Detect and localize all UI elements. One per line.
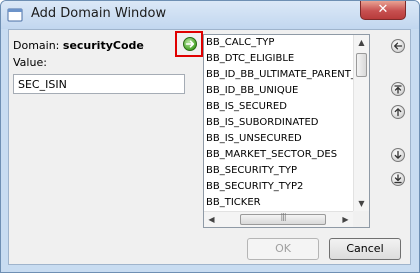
remove-value-button[interactable] bbox=[391, 39, 405, 53]
scroll-up-icon: ▲ bbox=[358, 38, 365, 47]
move-down-button[interactable] bbox=[391, 148, 405, 162]
vertical-scroll-thumb[interactable] bbox=[356, 53, 367, 77]
move-bottom-button[interactable] bbox=[391, 172, 405, 186]
grip-icon: ||| bbox=[280, 212, 286, 221]
arrow-right-icon bbox=[185, 40, 195, 48]
scroll-right-button[interactable]: ▶ bbox=[338, 212, 353, 227]
vertical-scrollbar[interactable]: ▲ ▼ bbox=[353, 35, 369, 212]
double-up-arrow-icon bbox=[394, 85, 402, 94]
scrollbar-corner bbox=[353, 211, 369, 227]
list-item[interactable]: BB_CALC_TYP bbox=[204, 35, 354, 51]
list-item[interactable]: BB_SECURITY_TYP bbox=[204, 163, 354, 179]
scroll-down-button[interactable]: ▼ bbox=[354, 196, 369, 212]
list-item[interactable]: BB_IS_SUBORDINATED bbox=[204, 115, 354, 131]
horizontal-scroll-thumb[interactable]: ||| bbox=[240, 212, 326, 225]
list-item[interactable]: BB_MARKET_SECTOR_DES bbox=[204, 147, 354, 163]
list-item[interactable]: BB_IS_SECURED bbox=[204, 99, 354, 115]
scroll-down-icon: ▼ bbox=[358, 199, 365, 208]
add-value-button[interactable] bbox=[183, 37, 197, 51]
scroll-left-button[interactable]: ◀ bbox=[204, 212, 219, 227]
list-item[interactable]: BB_SECURITY_TYP2 bbox=[204, 179, 354, 195]
horizontal-scrollbar[interactable]: ◀ ||| ▶ bbox=[204, 211, 354, 227]
scroll-right-icon: ▶ bbox=[342, 215, 349, 224]
double-down-arrow-icon bbox=[394, 174, 402, 184]
title-bar[interactable]: Add Domain Window ✕ bbox=[1, 1, 419, 29]
domain-line: Domain: securityCode bbox=[13, 39, 144, 52]
window-title: Add Domain Window bbox=[31, 6, 167, 21]
app-icon bbox=[7, 8, 23, 22]
close-button[interactable]: ✕ bbox=[360, 1, 406, 20]
close-icon: ✕ bbox=[377, 2, 389, 17]
domain-label: Domain: bbox=[13, 39, 60, 52]
ok-button[interactable]: OK bbox=[247, 238, 319, 260]
values-list[interactable]: BB_CALC_TYP BB_DTC_ELIGIBLE BB_ID_BB_ULT… bbox=[203, 34, 370, 228]
cancel-button[interactable]: Cancel bbox=[329, 238, 401, 260]
down-arrow-icon bbox=[394, 150, 402, 159]
arrow-left-icon bbox=[394, 42, 403, 50]
list-item[interactable]: BB_TICKER bbox=[204, 195, 354, 211]
move-top-button[interactable] bbox=[391, 82, 405, 96]
value-input[interactable]: SEC_ISIN bbox=[13, 74, 185, 94]
add-button-highlight bbox=[175, 31, 203, 57]
scroll-left-icon: ◀ bbox=[208, 215, 215, 224]
list-item[interactable]: BB_ID_BB_ULTIMATE_PARENT_CO bbox=[204, 67, 354, 83]
add-domain-window: Add Domain Window ✕ Domain: securityCode… bbox=[0, 0, 420, 273]
list-item[interactable]: BB_ID_BB_UNIQUE bbox=[204, 83, 354, 99]
move-up-button[interactable] bbox=[391, 105, 405, 119]
up-arrow-icon bbox=[394, 108, 402, 117]
scroll-up-button[interactable]: ▲ bbox=[354, 35, 369, 51]
value-label: Value: bbox=[13, 56, 47, 69]
list-item[interactable]: BB_IS_UNSECURED bbox=[204, 131, 354, 147]
list-item[interactable]: BB_DTC_ELIGIBLE bbox=[204, 51, 354, 67]
list-items: BB_CALC_TYP BB_DTC_ELIGIBLE BB_ID_BB_ULT… bbox=[204, 35, 354, 212]
dialog-body: Domain: securityCode Value: SEC_ISIN BB_… bbox=[8, 29, 411, 265]
domain-value: securityCode bbox=[62, 39, 144, 52]
